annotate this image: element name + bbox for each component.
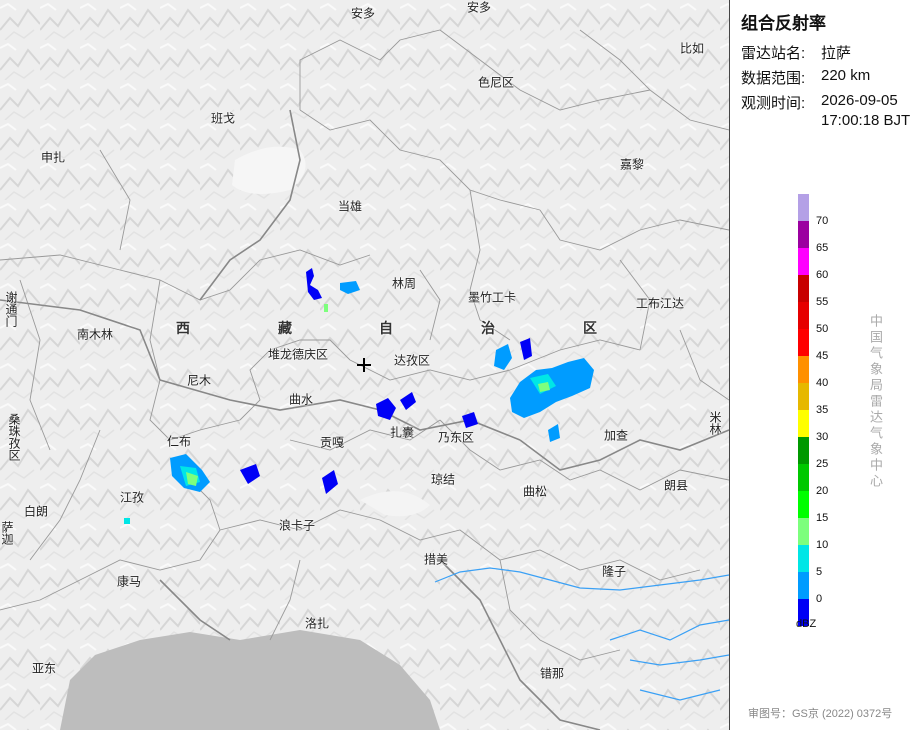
place-label: 当雄 [337,199,363,214]
legend-tick-label: 20 [816,485,829,497]
legend-tick-label: 10 [816,539,829,551]
region-label-char: 区 [583,320,597,336]
place-label: 朗县 [663,478,689,493]
legend-swatch [798,518,809,545]
place-label: 安多 [350,6,376,21]
range-label: 数据范围: [741,70,806,87]
place-label: 尼木 [186,373,212,388]
legend-tick-label: 65 [816,242,829,254]
legend-swatch [798,572,809,599]
legend-tick-label: 50 [816,323,829,335]
legend-tick-label: 0 [816,593,823,605]
place-label: 比如 [679,41,705,56]
legend-tick-label: 70 [816,215,829,227]
place-label: 仁布 [166,434,192,449]
time-label: 观测时间: [741,95,806,112]
legend-swatch [798,410,809,437]
place-label: 错那 [539,666,565,681]
time-row: 观测时间: 2026-09-05 17:00:18 BJT [741,92,910,129]
place-label: 乃东区 [437,430,475,445]
region-label-char: 西 [176,320,190,336]
place-label: 色尼区 [477,75,515,90]
region-label-char: 自 [379,320,393,336]
place-label: 桑珠孜区 [7,413,21,461]
place-label: 贡嘎 [319,435,345,450]
range-value: 220 km [821,67,871,84]
place-label: 亚东 [31,661,57,676]
legend-swatch [798,329,809,356]
legend-tick-label: 35 [816,404,829,416]
legend-tick-label: 25 [816,458,829,470]
place-label: 加查 [603,428,629,443]
place-label: 萨迦 [0,521,14,545]
place-label: 措美 [423,552,449,567]
legend-tick-label: 45 [816,350,829,362]
place-label: 琼结 [430,472,456,487]
place-label: 洛扎 [304,616,330,631]
legend-swatch [798,464,809,491]
legend-swatch [798,545,809,572]
place-label: 墨竹工卡 [467,290,517,305]
legend-swatch [798,221,809,248]
legend-swatch [798,356,809,383]
place-label: 申扎 [40,150,66,165]
station-label: 雷达站名: [741,45,806,62]
place-label: 南木林 [76,327,114,342]
legend-tick-label: 30 [816,431,829,443]
place-label: 扎囊 [389,425,415,440]
place-label: 安多 [466,0,492,15]
place-label: 浪卡子 [278,518,316,533]
place-label: 曲水 [288,392,314,407]
place-label: 隆子 [601,564,627,579]
station-value: 拉萨 [821,45,852,62]
legend-tick-label: 60 [816,269,829,281]
legend-swatch [798,275,809,302]
legend-swatch [798,491,809,518]
legend-swatch [798,194,809,221]
legend-swatch [798,302,809,329]
legend-tick-label: 40 [816,377,829,389]
legend-tick-label: 5 [816,566,823,578]
place-label: 曲松 [522,484,548,499]
legend-unit: dBZ [796,618,817,630]
product-title: 组合反射率 [741,14,826,33]
legend-tick-label: 55 [816,296,829,308]
legend-tick-label: 15 [816,512,829,524]
region-label-char: 治 [481,320,495,336]
range-row: 数据范围: 220 km [741,67,870,88]
legend-swatch [798,437,809,464]
place-label: 白朗 [23,504,49,519]
radar-center-crosshair-icon [357,358,371,372]
legend-swatch [798,383,809,410]
region-label-char: 藏 [278,320,292,336]
place-label: 康马 [116,574,142,589]
place-label: 堆龙德庆区 [267,347,329,362]
place-label: 达孜区 [393,353,431,368]
place-label: 班戈 [210,111,236,126]
approval-number: 审图号：GS京 (2022) 0372号 [748,708,893,720]
place-label: 江孜 [119,490,145,505]
station-row: 雷达站名: 拉萨 [741,42,851,63]
info-panel: 组合反射率 雷达站名: 拉萨 数据范围: 220 km 观测时间: 2026-0… [729,0,920,730]
place-label: 工布江达 [635,296,685,311]
center-name: 中国气象局雷达气象中心 [868,314,883,490]
place-label: 谢通门 [4,291,18,327]
place-label: 林周 [391,276,417,291]
radar-map[interactable]: 西 藏 自 治 区 安多 安多 比如 色尼区 班戈 申扎 嘉黎 当雄 林周 墨竹… [0,0,729,730]
time-clock: 17:00:18 BJT [821,112,911,129]
place-label: 嘉黎 [619,157,645,172]
time-date: 2026-09-05 [821,92,898,109]
legend-swatch [798,248,809,275]
place-label: 米林 [708,411,722,435]
